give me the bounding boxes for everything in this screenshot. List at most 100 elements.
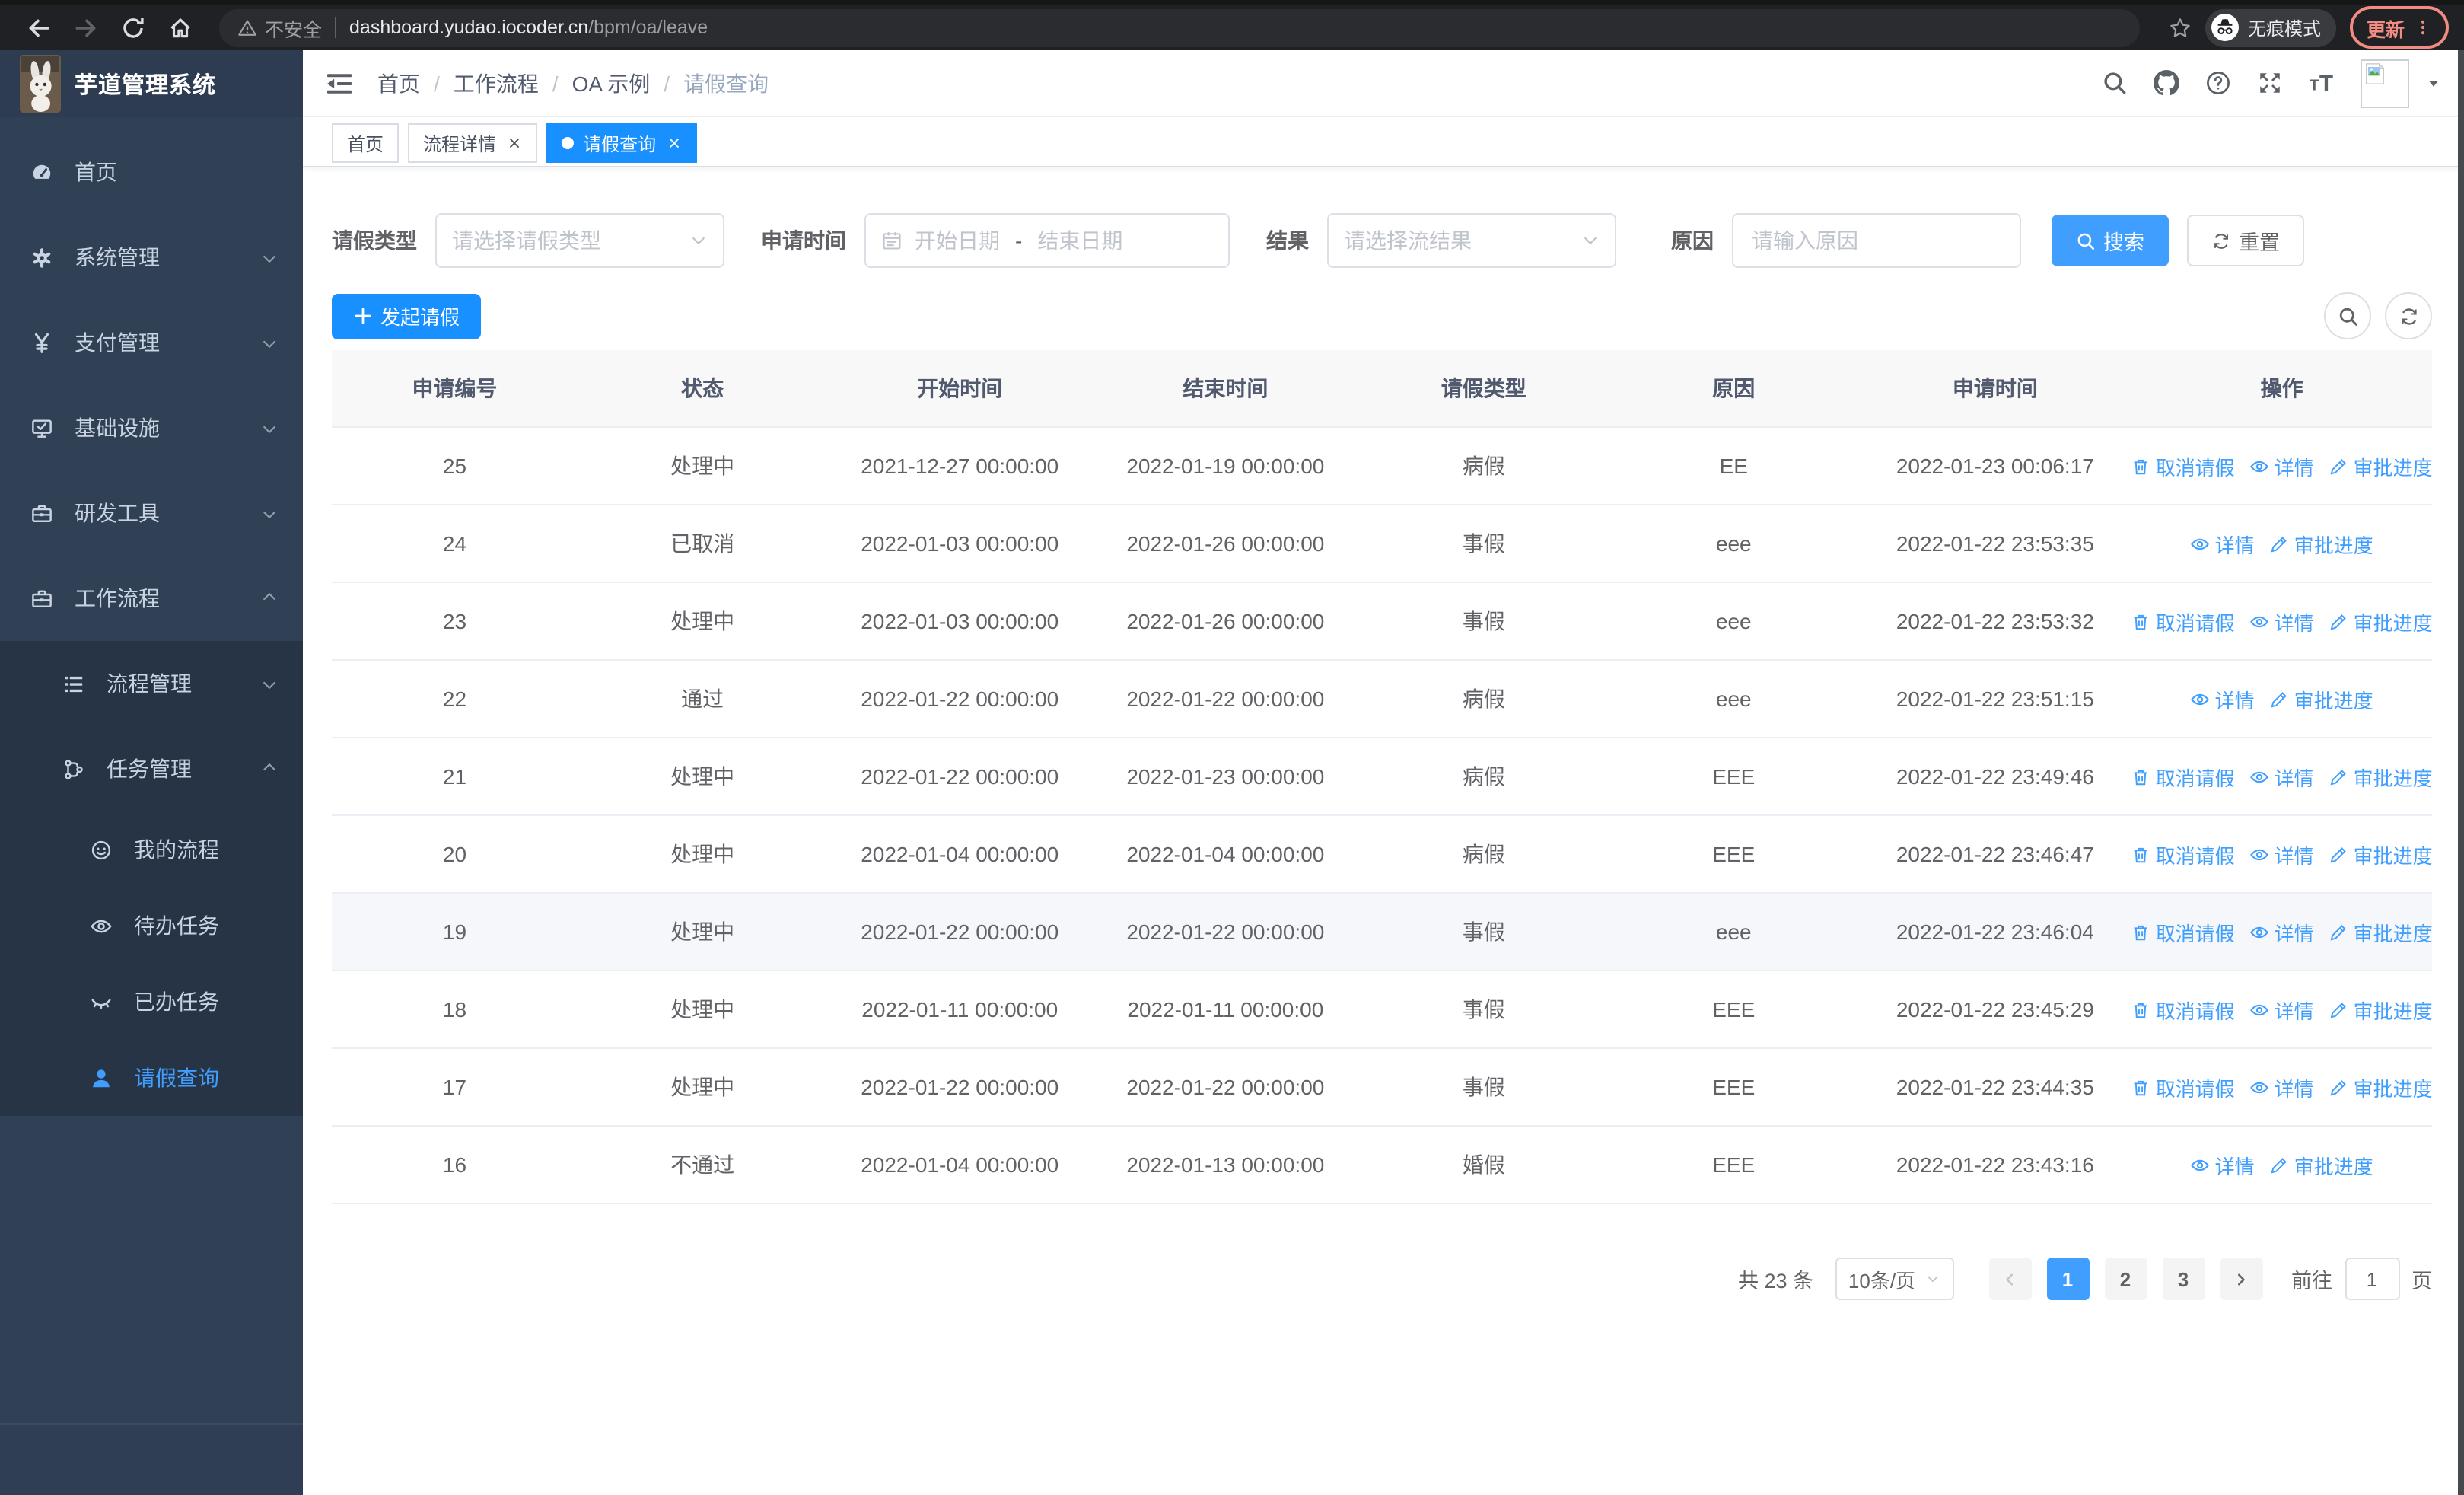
page-button-2[interactable]: 2 [2104,1258,2147,1300]
action-detail-link[interactable]: 详情 [2250,995,2314,1024]
sidebar-item-my-process[interactable]: 我的流程 [0,811,303,888]
not-secure-label: 不安全 [265,19,323,40]
eye-closed-icon [90,990,113,1013]
action-cancel-link[interactable]: 取消请假 [2131,1073,2235,1101]
action-label: 取消请假 [2155,611,2235,634]
action-detail-link[interactable]: 详情 [2250,840,2314,869]
github-icon[interactable] [2154,70,2179,96]
apply-time-range-input[interactable]: 开始日期 - 结束日期 [864,213,1230,268]
page-button-3[interactable]: 3 [2162,1258,2205,1300]
action-detail-link[interactable]: 详情 [2191,529,2255,558]
action-progress-link[interactable]: 审批进度 [2270,684,2373,713]
action-detail-link[interactable]: 详情 [2250,607,2314,636]
page-size-select[interactable]: 10条/页 [1835,1258,1953,1300]
action-progress-link[interactable]: 审批进度 [2329,607,2432,636]
action-progress-link[interactable]: 审批进度 [2270,529,2373,558]
sidebar-item-process-mgmt[interactable]: 流程管理 [0,641,303,726]
pagination-total: 共 23 条 [1737,1270,1813,1293]
action-detail-link[interactable]: 详情 [2250,451,2314,480]
action-label: 详情 [2274,999,2314,1022]
sidebar-collapse-icon[interactable] [326,71,353,95]
action-detail-link[interactable]: 详情 [2250,762,2314,791]
avatar[interactable] [2361,59,2409,107]
action-cancel-link[interactable]: 取消请假 [2131,995,2235,1024]
action-cancel-link[interactable]: 取消请假 [2131,762,2235,791]
search-button[interactable]: 搜索 [2052,215,2169,266]
tab-首页[interactable]: 首页 [332,123,400,163]
action-progress-link[interactable]: 审批进度 [2329,995,2432,1024]
browser-home-icon[interactable] [167,14,193,40]
help-icon[interactable] [2205,70,2231,96]
address-bar[interactable]: 不安全 dashboard.yudao.iocoder.cn /bpm/oa/l… [219,8,2140,46]
close-icon[interactable] [507,135,522,151]
sidebar-item-infrastructure[interactable]: 基础设施 [0,385,303,470]
cell-id: 25 [332,427,578,505]
action-cancel-link[interactable]: 取消请假 [2131,917,2235,946]
bookmark-star-icon[interactable] [2169,16,2192,39]
breadcrumb-item[interactable]: 首页 [377,71,420,95]
header-search-icon[interactable] [2102,70,2128,96]
page-scrollbar[interactable] [2458,50,2464,1495]
trash-icon [2131,999,2150,1019]
leave-type-label: 请假类型 [332,228,417,253]
action-links: 取消请假 详情 审批进度 [2131,1073,2432,1101]
trash-icon [2131,1077,2150,1097]
refresh-table-button[interactable] [2385,292,2432,339]
sidebar-item-workflow[interactable]: 工作流程 [0,556,303,641]
action-progress-link[interactable]: 审批进度 [2329,451,2432,480]
sidebar-item-payment-mgmt[interactable]: 支付管理 [0,300,303,385]
prev-page-button[interactable] [1988,1258,2031,1300]
not-secure-icon[interactable] [237,18,257,37]
toggle-search-button[interactable] [2324,292,2371,339]
goto-page-input[interactable] [2345,1258,2399,1300]
action-progress-link[interactable]: 审批进度 [2270,1150,2373,1179]
cell-end: 2022-01-13 00:00:00 [1092,1126,1359,1204]
action-progress-link[interactable]: 审批进度 [2329,1073,2432,1101]
leave-type-select[interactable]: 请选择请假类型 [435,213,724,268]
sidebar-item-done-tasks[interactable]: 已办任务 [0,964,303,1040]
eye-icon [2250,456,2270,476]
pen-icon [2329,844,2349,864]
action-cancel-link[interactable]: 取消请假 [2131,840,2235,869]
table-row: 20 处理中 2022-01-04 00:00:00 2022-01-04 00:00… [332,815,2432,894]
breadcrumb-item[interactable]: 工作流程 [454,71,539,95]
page-button-1[interactable]: 1 [2046,1258,2089,1300]
browser-menu-icon[interactable] [2414,18,2432,37]
reason-input[interactable] [1732,213,2021,268]
action-detail-link[interactable]: 详情 [2250,1073,2314,1101]
table-row: 24 已取消 2022-01-03 00:00:00 2022-01-26 00:00… [332,505,2432,583]
sidebar-item-home[interactable]: 首页 [0,129,303,215]
reason-label: 原因 [1671,228,1714,253]
tab-流程详情[interactable]: 流程详情 [408,123,538,163]
action-cancel-link[interactable]: 取消请假 [2131,451,2235,480]
action-detail-link[interactable]: 详情 [2250,917,2314,946]
chevron-down-icon [689,231,708,250]
font-size-icon[interactable]: TT [2309,70,2335,96]
reset-button[interactable]: 重置 [2187,215,2304,266]
action-detail-link[interactable]: 详情 [2191,1150,2255,1179]
browser-reload-icon[interactable] [120,14,146,40]
sidebar-item-task-mgmt[interactable]: 任务管理 [0,726,303,811]
tab-请假查询[interactable]: 请假查询 [546,123,698,163]
sidebar-item-dev-tools[interactable]: 研发工具 [0,470,303,556]
sidebar-item-leave-query[interactable]: 请假查询 [0,1040,303,1116]
next-page-button[interactable] [2220,1258,2262,1300]
user-menu-caret-icon[interactable] [2426,75,2441,91]
sidebar-item-system-mgmt[interactable]: 系统管理 [0,215,303,300]
browser-back-icon[interactable] [26,14,52,40]
create-leave-button[interactable]: 发起请假 [332,293,482,339]
cell-end: 2022-01-23 00:00:00 [1092,738,1359,816]
action-progress-link[interactable]: 审批进度 [2329,840,2432,869]
sidebar-item-todo-tasks[interactable]: 待办任务 [0,888,303,964]
breadcrumb-item[interactable]: OA 示例 [572,71,651,95]
fullscreen-icon[interactable] [2257,70,2283,96]
close-icon[interactable] [667,135,682,151]
result-select[interactable]: 请选择流结果 [1327,213,1616,268]
app-logo[interactable]: 芋道管理系统 [0,50,303,117]
browser-update-button[interactable]: 更新 [2349,6,2449,49]
browser-forward-icon[interactable] [73,14,99,40]
action-progress-link[interactable]: 审批进度 [2329,917,2432,946]
action-cancel-link[interactable]: 取消请假 [2131,607,2235,636]
action-progress-link[interactable]: 审批进度 [2329,762,2432,791]
action-detail-link[interactable]: 详情 [2191,684,2255,713]
